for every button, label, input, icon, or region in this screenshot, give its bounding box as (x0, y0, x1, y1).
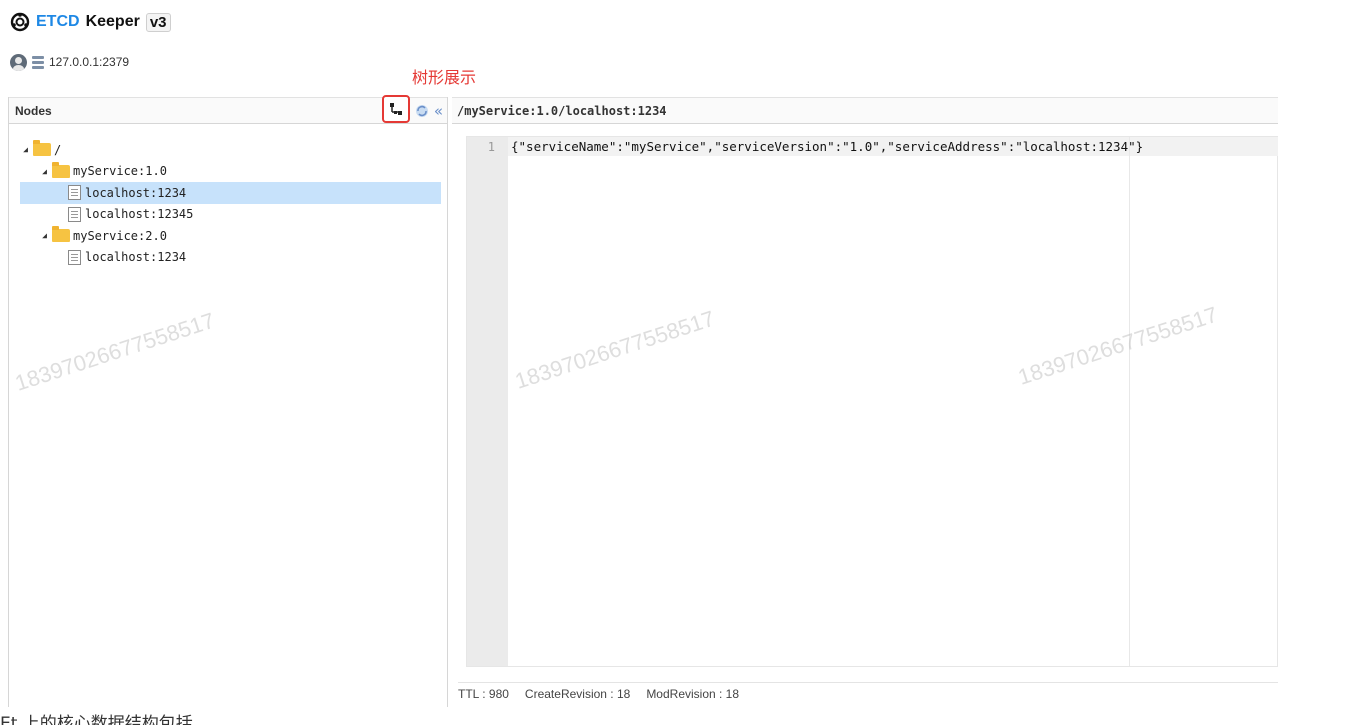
server-icon[interactable] (32, 55, 44, 69)
file-icon (68, 185, 81, 201)
nodes-panel-title: Nodes (15, 103, 52, 118)
line-number: 1 (487, 140, 495, 154)
folder-icon (52, 226, 70, 243)
tree-node-myservice-2[interactable]: ◢ myService:2.0 (9, 225, 447, 247)
expand-toggle-icon[interactable]: ◢ (40, 167, 49, 176)
tree-node-localhost-1234-selected[interactable]: localhost:1234 (20, 182, 441, 204)
code-editor[interactable]: 1 {"serviceName":"myService","serviceVer… (466, 136, 1278, 667)
etcd-logo-icon (10, 12, 30, 32)
editor-header: /myService:1.0/localhost:1234 (452, 97, 1278, 124)
server-address: 127.0.0.1:2379 (49, 55, 130, 69)
tree-node-label: myService:1.0 (73, 164, 167, 179)
tree-view-button[interactable] (381, 95, 410, 123)
refresh-icon[interactable] (414, 103, 430, 119)
brand-accent: ETCD (36, 13, 80, 30)
editor-panel: /myService:1.0/localhost:1234 1 {"servic… (452, 97, 1278, 707)
tree-node-myservice-1[interactable]: ◢ myService:1.0 (9, 161, 447, 183)
meta-bar: TTL : 980 CreateRevision : 18 ModRevisio… (458, 687, 739, 701)
ttl-value: TTL : 980 (458, 687, 509, 701)
collapse-panel-icon[interactable]: « (434, 103, 443, 119)
tree-node-label: localhost:12345 (85, 207, 194, 222)
file-icon (68, 249, 81, 265)
create-revision-value: CreateRevision : 18 (524, 687, 631, 701)
file-icon (68, 206, 81, 222)
node-tree: ◢ / ◢ myService:1.0 localhost:1234 local… (9, 124, 447, 268)
tree-view-annotation: 树形展示 (412, 68, 477, 87)
tree-node-root[interactable]: ◢ / (9, 139, 447, 161)
brand-name: Keeper (85, 13, 140, 30)
code-content[interactable]: {"serviceName":"myService","serviceVersi… (511, 139, 1143, 154)
nodes-panel-tools: « (381, 95, 443, 123)
server-bar: 127.0.0.1:2379 (10, 53, 129, 71)
footer-text: Et 上的核心数据结构包括 (0, 714, 193, 725)
tree-node-label: localhost:1234 (85, 250, 187, 265)
tree-node-localhost-12345[interactable]: localhost:12345 (9, 204, 447, 226)
nodes-panel-header: Nodes « (9, 95, 447, 124)
folder-icon (52, 161, 70, 178)
avatar[interactable] (10, 53, 27, 71)
tree-node-localhost-1234-v2[interactable]: localhost:1234 (9, 247, 447, 269)
expand-toggle-icon[interactable]: ◢ (40, 231, 49, 240)
tree-node-label: myService:2.0 (73, 228, 167, 243)
folder-icon (33, 140, 51, 157)
mod-revision-value: ModRevision : 18 (646, 687, 740, 701)
app-header: ETCD Keeper v3 (10, 10, 171, 34)
print-margin (1129, 137, 1130, 666)
nodes-panel: Nodes « ◢ / ◢ myService:1.0 localhost:12… (8, 95, 448, 707)
version-badge: v3 (145, 12, 171, 32)
tree-node-label: localhost:1234 (85, 185, 187, 200)
tree-structure-icon (389, 103, 402, 115)
node-path-title: /myService:1.0/localhost:1234 (457, 103, 667, 118)
tree-node-label: / (54, 142, 62, 157)
line-gutter: 1 (467, 137, 508, 666)
meta-divider (458, 682, 1278, 683)
expand-toggle-icon[interactable]: ◢ (21, 145, 30, 154)
